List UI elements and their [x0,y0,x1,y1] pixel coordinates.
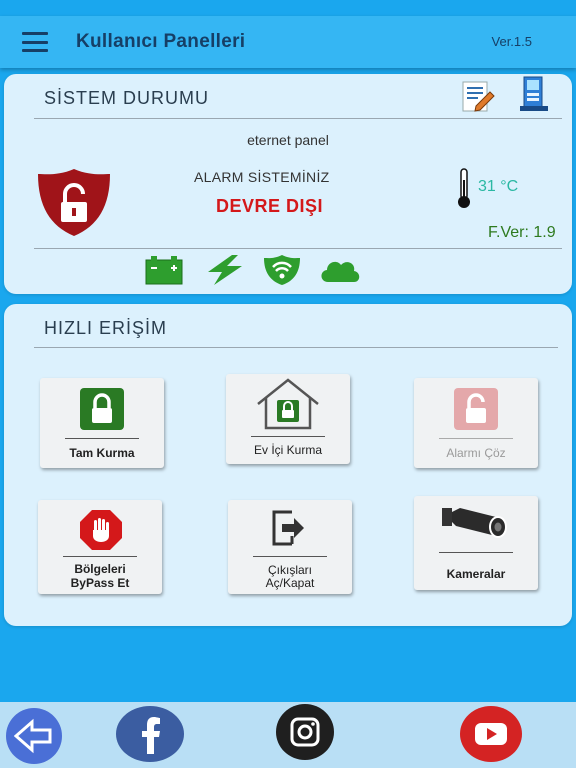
firmware-version: F.Ver: 1.9 [488,224,556,241]
power-icon [208,255,242,285]
outputs-label-2: Aç/Kapat [265,576,315,590]
alarm-shield-icon [38,169,110,236]
bypass-zones-button[interactable]: Bölgeleri ByPass Et [38,500,162,594]
cameras-button[interactable]: Kameralar [414,496,538,590]
hamburger-menu-icon[interactable] [22,32,48,52]
battery-icon [145,256,183,285]
app-header: Kullanıcı Panelleri Ver.1.5 [0,16,576,68]
quick-access-title: HIZLI ERİŞİM [44,318,168,338]
status-bar [0,0,576,16]
quick-access-panel: HIZLI ERİŞİM Tam Kurma Ev İçi Kurma Alar… [4,304,572,626]
youtube-icon[interactable] [460,706,522,762]
system-status-panel: SİSTEM DURUMU eternet panel ALARM SİSTEM… [4,74,572,294]
system-divider-top [34,118,562,119]
cameras-label: Kameralar [446,567,506,581]
outputs-label-1: Çıkışları [267,563,312,577]
stop-hand-icon [80,510,122,550]
bottom-bar [0,702,576,768]
arm-full-label: Tam Kurma [69,446,135,460]
toggle-outputs-button[interactable]: Çıkışları Aç/Kapat [228,500,352,594]
instagram-icon[interactable] [276,704,334,760]
temperature-value: 31 °C [478,178,519,195]
system-divider-bottom [34,248,562,249]
device-panel-icon[interactable] [518,76,550,112]
quick-divider [34,347,558,348]
edit-document-icon[interactable] [460,80,496,114]
system-status-title: SİSTEM DURUMU [44,88,209,108]
alarm-status: DEVRE DIŞI [216,196,324,216]
arm-full-button[interactable]: Tam Kurma [40,378,164,468]
arm-home-button[interactable]: Ev İçi Kurma [226,374,350,464]
cloud-icon [321,261,360,282]
disarm-label: Alarmı Çöz [446,446,506,460]
home-lock-icon [257,378,319,430]
lock-icon [80,388,124,430]
status-icons-row [144,254,364,286]
back-icon[interactable] [6,708,62,764]
app-title: Kullanıcı Panelleri [76,31,246,52]
wifi-shield-icon [264,255,300,285]
facebook-icon[interactable] [116,706,184,762]
camera-icon [442,508,507,538]
thermometer-icon [458,168,470,208]
bypass-label-1: Bölgeleri [74,562,126,576]
exit-icon [272,510,304,546]
connection-label: eternet panel [247,132,329,148]
app-version: Ver.1.5 [491,34,532,49]
alarm-system-label: ALARM SİSTEMİNİZ [194,169,330,185]
unlock-icon [454,388,498,430]
arm-home-label: Ev İçi Kurma [253,443,322,457]
disarm-button[interactable]: Alarmı Çöz [414,378,538,468]
bypass-label-2: ByPass Et [70,576,130,590]
